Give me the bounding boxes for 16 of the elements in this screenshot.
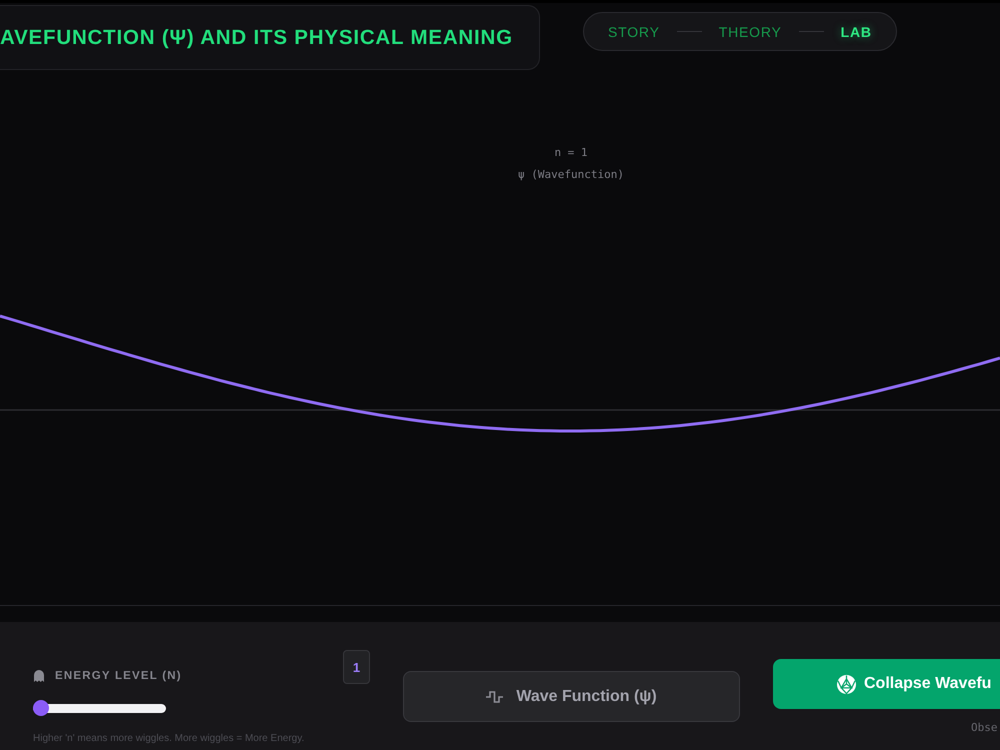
- square-wave-icon: [486, 690, 504, 702]
- page-title: AVEFUNCTION (Ψ) AND ITS PHYSICAL MEANING: [0, 26, 513, 50]
- collapse-button[interactable]: Collapse Wavefu: [773, 659, 1000, 709]
- wave-function-button[interactable]: Wave Function (ψ): [403, 671, 740, 722]
- energy-hint: Higher 'n' means more wiggles. More wiggles = More Energy.: [33, 733, 306, 744]
- collapse-note: Obse: [971, 721, 998, 734]
- energy-value: 1: [343, 650, 370, 684]
- series-label: ψ (Wavefunction): [518, 167, 624, 183]
- polyhedron-icon: [837, 674, 856, 694]
- step-tab[interactable]: STORY: [608, 24, 660, 40]
- step-tab[interactable]: LAB: [840, 24, 872, 40]
- slider-thumb[interactable]: [33, 700, 49, 716]
- energy-label: ENERGY LEVEL (N): [55, 670, 182, 682]
- ghost-icon: [34, 670, 44, 682]
- step-tab[interactable]: THEORY: [718, 24, 782, 40]
- state-label: n = 1: [554, 145, 588, 161]
